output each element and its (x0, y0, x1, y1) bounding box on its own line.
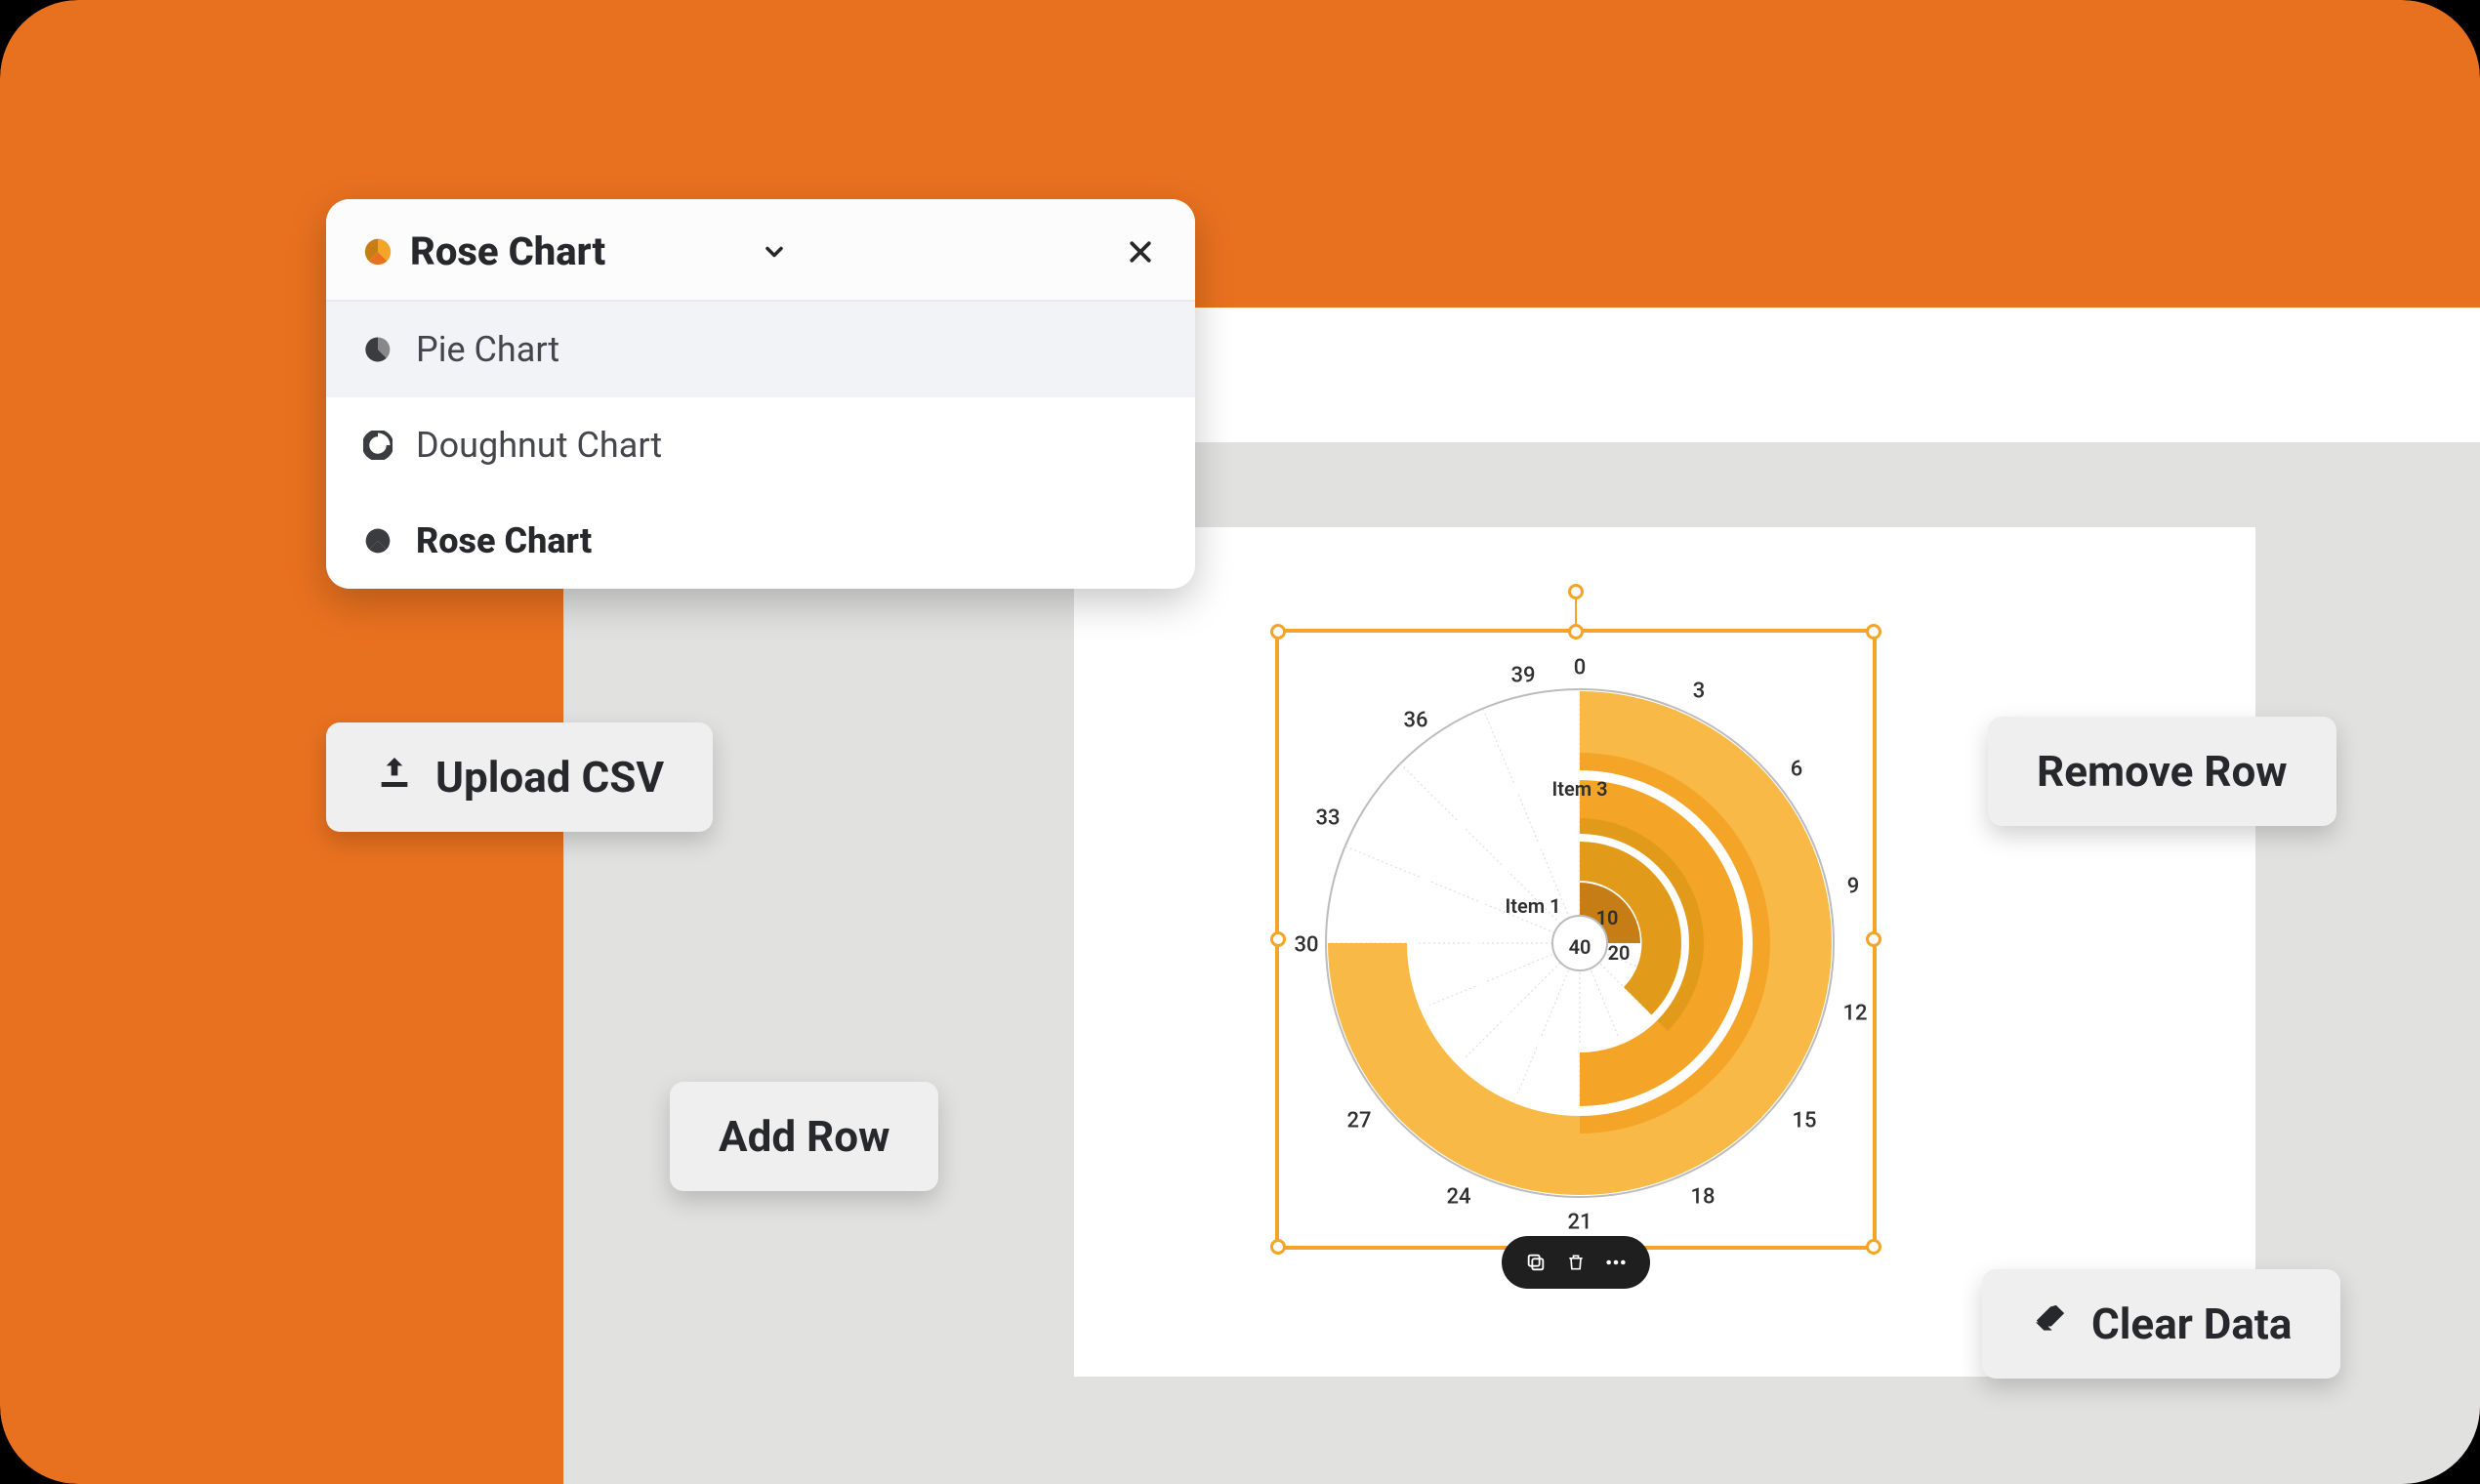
axis-tick: 27 (1346, 1109, 1371, 1134)
upload-icon (375, 752, 414, 803)
axis-tick: 3 (1693, 680, 1706, 704)
axis-tick: 18 (1690, 1185, 1715, 1210)
center-label: 40 (1569, 935, 1591, 959)
dropdown-item-rose[interactable]: Rose Chart (326, 493, 1195, 589)
series-label: Item 1 (1505, 894, 1560, 918)
clear-data-button[interactable]: Clear Data (1982, 1269, 2340, 1379)
remove-row-label: Remove Row (2037, 746, 2288, 797)
clear-data-label: Clear Data (2091, 1298, 2292, 1349)
value-label: 10 (1596, 906, 1619, 929)
chevron-down-icon[interactable] (761, 238, 788, 266)
axis-tick: 30 (1294, 933, 1318, 958)
context-toolbar (1502, 1236, 1650, 1289)
rose-icon (361, 524, 394, 557)
axis-tick: 36 (1403, 709, 1427, 733)
more-button[interactable] (1601, 1248, 1631, 1277)
close-button[interactable] (1121, 232, 1160, 271)
dropdown-title: Rose Chart (410, 228, 743, 274)
add-row-label: Add Row (719, 1111, 889, 1162)
upload-csv-label: Upload CSV (435, 752, 664, 803)
chart-type-dropdown: Rose Chart Pie Chart Doughnut Chart (326, 199, 1195, 589)
add-row-button[interactable]: Add Row (670, 1082, 938, 1191)
axis-tick: 6 (1791, 758, 1803, 782)
axis-tick: 24 (1446, 1185, 1470, 1210)
pie-icon (361, 333, 394, 366)
eraser-icon (2031, 1298, 2070, 1349)
dropdown-header[interactable]: Rose Chart (326, 199, 1195, 302)
axis-tick: 0 (1574, 656, 1587, 680)
rose-icon (361, 235, 394, 268)
delete-button[interactable] (1561, 1248, 1591, 1277)
doughnut-icon (361, 429, 394, 462)
dropdown-item-label: Rose Chart (416, 520, 592, 561)
axis-tick: 21 (1567, 1211, 1591, 1235)
dropdown-item-doughnut[interactable]: Doughnut Chart (326, 397, 1195, 493)
value-label: 20 (1608, 941, 1631, 965)
dropdown-item-label: Doughnut Chart (416, 425, 662, 466)
axis-tick: 15 (1792, 1109, 1816, 1134)
chart-selection-box[interactable]: 0 3 6 9 12 15 18 21 24 27 30 33 36 39 It… (1275, 629, 1877, 1250)
axis-tick: 9 (1847, 875, 1860, 899)
dropdown-item-label: Pie Chart (416, 329, 559, 370)
axis-tick: 33 (1315, 806, 1340, 831)
upload-csv-button[interactable]: Upload CSV (326, 722, 713, 832)
axis-tick: 12 (1842, 1002, 1867, 1026)
rotation-handle[interactable] (1568, 584, 1584, 599)
dropdown-item-pie[interactable]: Pie Chart (326, 302, 1195, 397)
axis-tick: 39 (1510, 664, 1535, 688)
remove-row-button[interactable]: Remove Row (1988, 717, 2336, 826)
duplicate-button[interactable] (1521, 1248, 1550, 1277)
series-label: Item 3 (1551, 777, 1607, 801)
